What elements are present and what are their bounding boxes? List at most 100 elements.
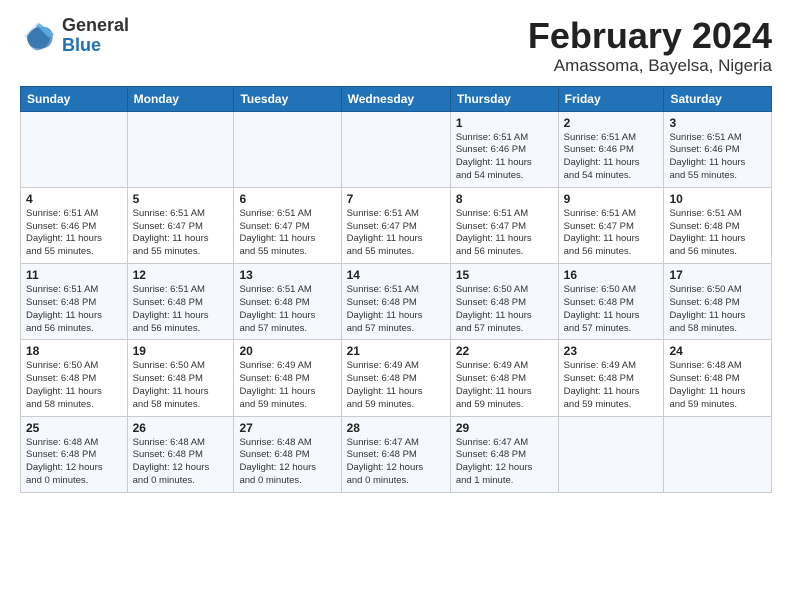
- calendar-cell: 18 Sunrise: 6:50 AM Sunset: 6:48 PM Dayli…: [21, 340, 128, 416]
- day-info: Sunrise: 6:51 AM Sunset: 6:46 PM Dayligh…: [26, 208, 122, 259]
- day-number: 28: [347, 421, 445, 435]
- day-number: 17: [669, 268, 766, 282]
- day-info: Sunrise: 6:51 AM Sunset: 6:48 PM Dayligh…: [669, 208, 766, 259]
- day-number: 2: [564, 116, 659, 130]
- day-info: Sunrise: 6:51 AM Sunset: 6:46 PM Dayligh…: [456, 132, 553, 183]
- logo-text: General Blue: [62, 16, 129, 56]
- calendar-cell: 28 Sunrise: 6:47 AM Sunset: 6:48 PM Dayli…: [341, 416, 450, 492]
- day-info: Sunrise: 6:51 AM Sunset: 6:48 PM Dayligh…: [26, 284, 122, 335]
- day-info: Sunrise: 6:49 AM Sunset: 6:48 PM Dayligh…: [239, 360, 335, 411]
- page: General Blue February 2024 Amassoma, Bay…: [0, 0, 792, 612]
- calendar-cell: 26Sunrise: 6:48 AM Sunset: 6:48 PM Dayli…: [127, 416, 234, 492]
- day-info: Sunrise: 6:47 AM Sunset: 6:48 PM Dayligh…: [347, 437, 445, 488]
- calendar-week-row: 4Sunrise: 6:51 AM Sunset: 6:46 PM Daylig…: [21, 187, 772, 263]
- calendar-cell: [21, 111, 128, 187]
- calendar-header-friday: Friday: [558, 86, 664, 111]
- day-info: Sunrise: 6:51 AM Sunset: 6:47 PM Dayligh…: [564, 208, 659, 259]
- day-number: 8: [456, 192, 553, 206]
- day-info: Sunrise: 6:49 AM Sunset: 6:48 PM Dayligh…: [564, 360, 659, 411]
- calendar-cell: 15 Sunrise: 6:50 AM Sunset: 6:48 PM Dayli…: [450, 264, 558, 340]
- calendar-cell: 24Sunrise: 6:48 AM Sunset: 6:48 PM Dayli…: [664, 340, 772, 416]
- calendar-week-row: 11 Sunrise: 6:51 AM Sunset: 6:48 PM Dayli…: [21, 264, 772, 340]
- day-info: Sunrise: 6:51 AM Sunset: 6:48 PM Dayligh…: [347, 284, 445, 335]
- day-number: 1: [456, 116, 553, 130]
- day-number: 21: [347, 344, 445, 358]
- logo-general: General: [62, 16, 129, 36]
- day-number: 12: [133, 268, 229, 282]
- calendar-cell: 13 Sunrise: 6:51 AM Sunset: 6:48 PM Dayli…: [234, 264, 341, 340]
- day-number: 26: [133, 421, 229, 435]
- calendar-cell: 25 Sunrise: 6:48 AM Sunset: 6:48 PM Dayli…: [21, 416, 128, 492]
- day-info: Sunrise: 6:51 AM Sunset: 6:47 PM Dayligh…: [347, 208, 445, 259]
- calendar-header-saturday: Saturday: [664, 86, 772, 111]
- day-info: Sunrise: 6:51 AM Sunset: 6:48 PM Dayligh…: [239, 284, 335, 335]
- day-number: 3: [669, 116, 766, 130]
- day-number: 18: [26, 344, 122, 358]
- day-info: Sunrise: 6:49 AM Sunset: 6:48 PM Dayligh…: [456, 360, 553, 411]
- logo-icon: [20, 18, 56, 54]
- calendar-header-sunday: Sunday: [21, 86, 128, 111]
- day-number: 20: [239, 344, 335, 358]
- calendar-cell: 1 Sunrise: 6:51 AM Sunset: 6:46 PM Daylig…: [450, 111, 558, 187]
- day-number: 11: [26, 268, 122, 282]
- calendar-cell: [558, 416, 664, 492]
- calendar-cell: 2Sunrise: 6:51 AM Sunset: 6:46 PM Daylig…: [558, 111, 664, 187]
- day-info: Sunrise: 6:50 AM Sunset: 6:48 PM Dayligh…: [669, 284, 766, 335]
- day-number: 24: [669, 344, 766, 358]
- calendar-cell: 7 Sunrise: 6:51 AM Sunset: 6:47 PM Daylig…: [341, 187, 450, 263]
- calendar-cell: [664, 416, 772, 492]
- day-info: Sunrise: 6:50 AM Sunset: 6:48 PM Dayligh…: [564, 284, 659, 335]
- day-info: Sunrise: 6:47 AM Sunset: 6:48 PM Dayligh…: [456, 437, 553, 488]
- calendar-cell: 12 Sunrise: 6:51 AM Sunset: 6:48 PM Dayli…: [127, 264, 234, 340]
- calendar-cell: 8 Sunrise: 6:51 AM Sunset: 6:47 PM Daylig…: [450, 187, 558, 263]
- day-info: Sunrise: 6:48 AM Sunset: 6:48 PM Dayligh…: [239, 437, 335, 488]
- calendar-cell: 3 Sunrise: 6:51 AM Sunset: 6:46 PM Daylig…: [664, 111, 772, 187]
- calendar-cell: 9Sunrise: 6:51 AM Sunset: 6:47 PM Daylig…: [558, 187, 664, 263]
- calendar-header-thursday: Thursday: [450, 86, 558, 111]
- title-month: February 2024: [528, 16, 772, 56]
- calendar-cell: 6 Sunrise: 6:51 AM Sunset: 6:47 PM Daylig…: [234, 187, 341, 263]
- day-number: 10: [669, 192, 766, 206]
- calendar-cell: [127, 111, 234, 187]
- day-info: Sunrise: 6:50 AM Sunset: 6:48 PM Dayligh…: [133, 360, 229, 411]
- calendar-table: SundayMondayTuesdayWednesdayThursdayFrid…: [20, 86, 772, 493]
- day-number: 27: [239, 421, 335, 435]
- day-number: 7: [347, 192, 445, 206]
- calendar-cell: 21Sunrise: 6:49 AM Sunset: 6:48 PM Dayli…: [341, 340, 450, 416]
- day-info: Sunrise: 6:51 AM Sunset: 6:47 PM Dayligh…: [456, 208, 553, 259]
- day-number: 5: [133, 192, 229, 206]
- logo: General Blue: [20, 16, 129, 56]
- day-info: Sunrise: 6:51 AM Sunset: 6:48 PM Dayligh…: [133, 284, 229, 335]
- day-number: 19: [133, 344, 229, 358]
- day-number: 22: [456, 344, 553, 358]
- calendar-cell: 29 Sunrise: 6:47 AM Sunset: 6:48 PM Dayli…: [450, 416, 558, 492]
- calendar-header-wednesday: Wednesday: [341, 86, 450, 111]
- day-info: Sunrise: 6:50 AM Sunset: 6:48 PM Dayligh…: [456, 284, 553, 335]
- day-info: Sunrise: 6:51 AM Sunset: 6:47 PM Dayligh…: [239, 208, 335, 259]
- calendar-cell: [341, 111, 450, 187]
- calendar-cell: 14 Sunrise: 6:51 AM Sunset: 6:48 PM Dayli…: [341, 264, 450, 340]
- calendar-cell: 11 Sunrise: 6:51 AM Sunset: 6:48 PM Dayli…: [21, 264, 128, 340]
- calendar-header-tuesday: Tuesday: [234, 86, 341, 111]
- calendar-header-monday: Monday: [127, 86, 234, 111]
- header: General Blue February 2024 Amassoma, Bay…: [20, 16, 772, 76]
- calendar-cell: [234, 111, 341, 187]
- day-number: 29: [456, 421, 553, 435]
- day-number: 13: [239, 268, 335, 282]
- day-number: 15: [456, 268, 553, 282]
- calendar-cell: 19 Sunrise: 6:50 AM Sunset: 6:48 PM Dayli…: [127, 340, 234, 416]
- calendar-cell: 23Sunrise: 6:49 AM Sunset: 6:48 PM Dayli…: [558, 340, 664, 416]
- calendar-cell: 22 Sunrise: 6:49 AM Sunset: 6:48 PM Dayli…: [450, 340, 558, 416]
- calendar-cell: 27 Sunrise: 6:48 AM Sunset: 6:48 PM Dayli…: [234, 416, 341, 492]
- day-info: Sunrise: 6:48 AM Sunset: 6:48 PM Dayligh…: [26, 437, 122, 488]
- day-number: 16: [564, 268, 659, 282]
- calendar-header-row: SundayMondayTuesdayWednesdayThursdayFrid…: [21, 86, 772, 111]
- day-number: 25: [26, 421, 122, 435]
- day-info: Sunrise: 6:51 AM Sunset: 6:47 PM Dayligh…: [133, 208, 229, 259]
- day-info: Sunrise: 6:50 AM Sunset: 6:48 PM Dayligh…: [26, 360, 122, 411]
- day-info: Sunrise: 6:51 AM Sunset: 6:46 PM Dayligh…: [669, 132, 766, 183]
- day-number: 6: [239, 192, 335, 206]
- calendar-week-row: 18 Sunrise: 6:50 AM Sunset: 6:48 PM Dayli…: [21, 340, 772, 416]
- calendar-cell: 17 Sunrise: 6:50 AM Sunset: 6:48 PM Dayli…: [664, 264, 772, 340]
- day-number: 14: [347, 268, 445, 282]
